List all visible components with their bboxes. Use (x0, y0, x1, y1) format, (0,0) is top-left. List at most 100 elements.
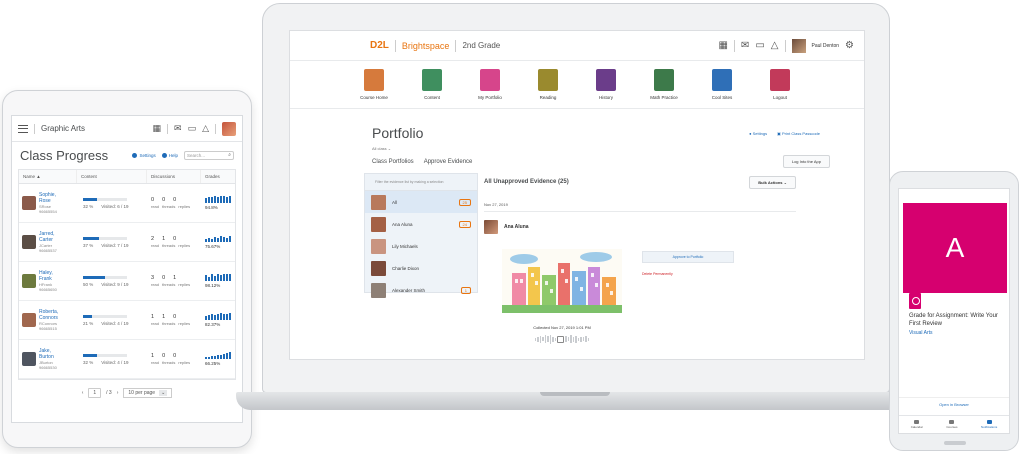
content-progress-fill (83, 353, 98, 357)
chat-icon[interactable]: ▭ (188, 124, 197, 133)
prev-page-icon[interactable]: ‹ (82, 390, 84, 396)
content-cell[interactable]: 21 % Visited: 4 / 19 (77, 301, 147, 339)
nav-item-reading[interactable]: Reading (530, 69, 566, 108)
course-name[interactable]: Graphic Arts (41, 124, 147, 133)
tab-calendar[interactable]: Calendar (911, 420, 923, 429)
tab-notifications[interactable]: Notifications (981, 420, 997, 429)
spark-bar (229, 274, 231, 281)
settings-link[interactable]: Settings (132, 153, 156, 158)
wave-bar (580, 336, 582, 342)
spark-bar (214, 315, 216, 320)
nav-item-my-portfolio[interactable]: My Portfolio (472, 69, 508, 108)
spark-bar (208, 238, 210, 242)
print-passcode-link[interactable]: ▣ Print Class Passcode (777, 131, 820, 136)
discussions-cell[interactable]: 3 0 1 read threads replies (147, 262, 201, 300)
user-name[interactable]: Paul Denton (812, 43, 840, 49)
student-name-link[interactable]: Haley, Frank (39, 270, 57, 282)
search-input[interactable]: Search... ⌕ (184, 151, 234, 160)
search-icon[interactable]: ⌕ (228, 152, 231, 158)
avatar[interactable] (222, 121, 236, 136)
play-icon[interactable] (557, 335, 565, 343)
nav-icon (712, 69, 732, 91)
discussions-cell[interactable]: 1 0 0 read threads replies (147, 340, 201, 378)
approve-to-portfolio-button[interactable]: Approve to Portfolio (642, 251, 734, 263)
filter-item[interactable]: Alexander Smith 1 (365, 279, 477, 301)
student-name-link[interactable]: Sophie, Rose (39, 192, 57, 204)
nav-item-course-home[interactable]: Course Home (356, 69, 392, 108)
grades-cell[interactable]: 94.8% (201, 184, 235, 222)
avatar[interactable] (791, 38, 806, 53)
home-button[interactable] (944, 441, 966, 445)
content-cell[interactable]: 50 % Visited: 9 / 19 (77, 262, 147, 300)
filter-item[interactable]: Lily Michaels (365, 235, 477, 257)
chat-icon[interactable]: ▭ (755, 40, 764, 51)
spark-bar (223, 274, 225, 281)
spark-bar (205, 357, 207, 359)
menu-icon[interactable] (18, 124, 28, 133)
help-link[interactable]: Help (161, 153, 178, 158)
nav-item-history[interactable]: History (588, 69, 624, 108)
grades-cell[interactable]: 75.67% (201, 223, 235, 261)
notification-title[interactable]: Grade for Assignment: Write Your First R… (909, 313, 1001, 329)
column-header-name[interactable]: Name ▲ (19, 170, 77, 183)
bulk-actions-button[interactable]: Bulk Actions ⌄ (749, 175, 796, 189)
spark-bar (205, 275, 207, 281)
student-name-link[interactable]: Roberta, Connors (39, 309, 58, 321)
delete-permanently-link[interactable]: Delete Permanently (642, 272, 734, 276)
grade-percent: 82.37% (205, 322, 221, 327)
content-percent: 32 % (83, 203, 94, 209)
card-letter: A (945, 232, 965, 263)
bell-icon[interactable]: △ (771, 40, 779, 51)
audio-waveform[interactable] (502, 334, 622, 344)
d2l-logo[interactable]: D2L (370, 40, 389, 51)
content-cell[interactable]: 37 % Visited: 7 / 19 (77, 223, 147, 261)
column-header-content: Content (77, 170, 147, 183)
page-number-input[interactable]: 1 (88, 388, 102, 398)
evidence-image[interactable] (502, 249, 622, 313)
filter-item[interactable]: Charlie Dixon (365, 257, 477, 279)
grid-icon[interactable]: ▦ (153, 124, 162, 133)
nav-item-logout[interactable]: Logout (762, 69, 798, 108)
course-name[interactable]: 2nd Grade (462, 41, 712, 50)
tab-courses[interactable]: Courses (946, 420, 957, 429)
discussion-replies-label: replies (178, 321, 191, 326)
discussions-cell[interactable]: 2 1 0 read threads replies (147, 223, 201, 261)
gear-icon[interactable]: ⚙ (845, 40, 854, 51)
settings-link[interactable]: ● Settings (749, 131, 767, 136)
class-filter[interactable]: All class ⌄ (372, 146, 391, 151)
nav-item-math-practice[interactable]: Math Practice (646, 69, 682, 108)
filter-item[interactable]: Ana Aluna 24 (365, 213, 477, 235)
student-name-link[interactable]: Jarred, Carter (39, 231, 57, 243)
assignment-card[interactable]: A (903, 203, 1007, 293)
login-app-button[interactable]: Log Into the App (782, 155, 830, 168)
discussions-cell[interactable]: 1 1 0 read threads replies (147, 301, 201, 339)
grades-cell[interactable]: 98.12% (201, 262, 235, 300)
per-page-select[interactable]: 10 per page ⌄ (123, 388, 173, 398)
filter-item[interactable]: All 25 (365, 191, 477, 213)
next-page-icon[interactable]: › (117, 390, 119, 396)
student-name-link[interactable]: Jake, Burton (39, 348, 57, 360)
discussion-threads-count: 0 (162, 197, 166, 203)
brightspace-logo[interactable]: Brightspace (402, 41, 450, 51)
grades-cell[interactable]: 82.37% (201, 301, 235, 339)
content-visited: Visited: 9 / 19 (101, 281, 129, 287)
tab-approve-evidence[interactable]: Approve Evidence (424, 159, 473, 165)
mail-icon[interactable]: ✉ (174, 124, 182, 133)
open-in-browser-link[interactable]: Open in Browser (899, 397, 1009, 407)
nav-item-cool-sites[interactable]: Cool Sites (704, 69, 740, 108)
bell-icon[interactable]: △ (202, 124, 209, 133)
notification-course[interactable]: Visual Arts (909, 330, 933, 336)
spark-bar (211, 197, 213, 203)
student-cell: Roberta, Connors RConnors 96665515 (19, 301, 77, 339)
discussions-cell[interactable]: 0 0 0 read threads replies (147, 184, 201, 222)
discussion-threads-count: 1 (162, 236, 166, 242)
evidence-card[interactable]: Collected Nov 27, 2019 1:01 PM (502, 249, 622, 349)
grid-icon[interactable]: ▦ (719, 40, 728, 51)
tab-class-portfolios[interactable]: Class Portfolios (372, 159, 414, 165)
grades-cell[interactable]: 66.25% (201, 340, 235, 378)
tablet-screen: Graphic Arts ▦ ✉ ▭ △ Class Progress Sett… (11, 115, 243, 423)
nav-item-content[interactable]: Content (414, 69, 450, 108)
content-cell[interactable]: 32 % Visited: 4 / 19 (77, 340, 147, 378)
content-cell[interactable]: 32 % Visited: 6 / 19 (77, 184, 147, 222)
mail-icon[interactable]: ✉ (741, 40, 749, 51)
